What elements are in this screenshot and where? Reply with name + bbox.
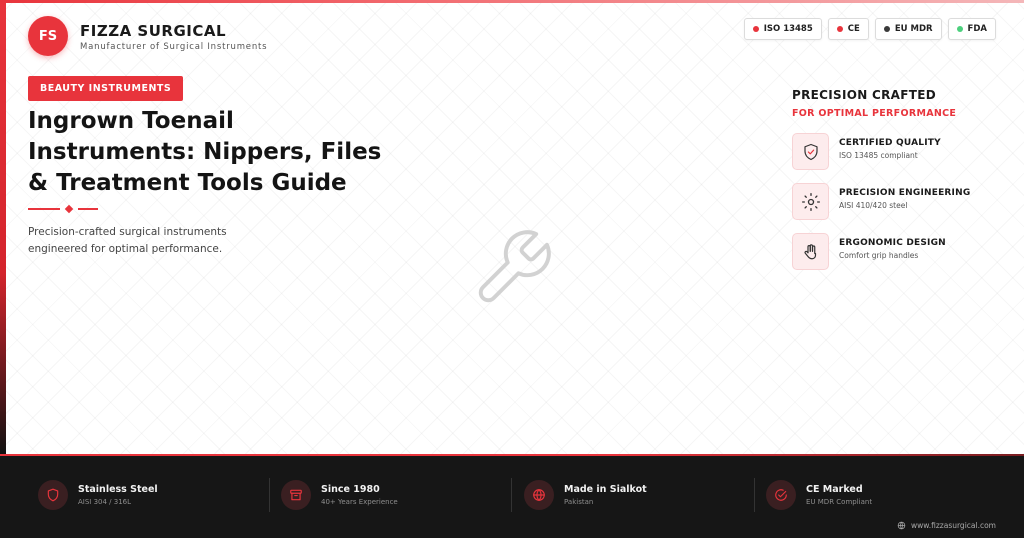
brand-tagline: Manufacturer of Surgical Instruments	[80, 42, 268, 52]
cert-label: EU MDR	[894, 24, 933, 34]
feature-subtitle: Comfort grip handles	[839, 251, 919, 260]
hero-description: Precision-crafted surgical instruments e…	[28, 226, 227, 255]
feature-title: CERTIFIED QUALITY	[839, 138, 941, 148]
feature-ergonomic-design: ERGONOMIC DESIGN Comfort grip handles	[792, 233, 946, 270]
feature-precision-engineering: PRECISION ENGINEERING AISI 410/420 steel	[792, 183, 970, 220]
feature-title: PRECISION ENGINEERING	[839, 188, 971, 198]
cert-badge-eu-mdr: EU MDR	[874, 18, 942, 40]
footer-item-title: CE Marked	[806, 484, 863, 495]
features-title: PRECISION CRAFTED	[792, 88, 937, 102]
globe-icon	[897, 521, 906, 530]
features-subtitle: FOR OPTIMAL PERFORMANCE	[792, 108, 957, 119]
gear-icon	[792, 183, 829, 220]
globe-icon	[524, 480, 554, 510]
status-dot-icon	[956, 26, 963, 32]
title-divider	[28, 204, 98, 214]
cert-badge-fda: FDA	[947, 18, 996, 40]
category-badge[interactable]: BEAUTY INSTRUMENTS	[28, 76, 184, 101]
status-dot-icon	[883, 26, 890, 32]
status-dot-icon	[752, 26, 759, 32]
cert-label: CE	[847, 24, 860, 34]
page-title: Ingrown Toenail Instruments: Nippers, Fi…	[28, 108, 382, 196]
footer-item-stainless-steel: Stainless Steel AISI 304 / 316L	[38, 480, 158, 510]
cert-label: ISO 13485	[763, 24, 813, 34]
feature-subtitle: ISO 13485 compliant	[839, 151, 918, 160]
footer-item-title: Stainless Steel	[78, 484, 158, 495]
footer-bar: Stainless Steel AISI 304 / 316L Since 19…	[0, 454, 1024, 538]
footer-item-subtitle: 40+ Years Experience	[321, 498, 398, 506]
footer-item-since-1980: Since 1980 40+ Years Experience	[281, 480, 398, 510]
footer-item-subtitle: AISI 304 / 316L	[78, 498, 132, 506]
footer-item-title: Made in Sialkot	[564, 484, 647, 495]
brand-logo[interactable]: FS	[28, 16, 68, 56]
shield-icon	[38, 480, 68, 510]
footer-item-title: Since 1980	[321, 484, 380, 495]
footer-item-made-in-sialkot: Made in Sialkot Pakistan	[524, 480, 647, 510]
cert-badge-ce: CE	[827, 18, 869, 40]
wrench-icon	[470, 225, 556, 311]
cert-badge-iso: ISO 13485	[743, 18, 822, 40]
footer-separator	[269, 478, 270, 512]
footer-item-subtitle: EU MDR Compliant	[806, 498, 873, 506]
feature-certified-quality: CERTIFIED QUALITY ISO 13485 compliant	[792, 133, 941, 170]
shield-check-icon	[792, 133, 829, 170]
hand-icon	[792, 233, 829, 270]
status-dot-icon	[836, 26, 843, 32]
feature-title: ERGONOMIC DESIGN	[839, 238, 946, 248]
brand-name: FIZZA SURGICAL	[80, 22, 227, 40]
website-link[interactable]: www.fizzasurgical.com	[897, 521, 996, 530]
feature-subtitle: AISI 410/420 steel	[839, 201, 908, 210]
footer-separator	[511, 478, 512, 512]
website-url: www.fizzasurgical.com	[911, 521, 996, 530]
footer-separator	[754, 478, 755, 512]
footer-item-subtitle: Pakistan	[564, 498, 594, 506]
footer-item-ce-marked: CE Marked EU MDR Compliant	[766, 480, 872, 510]
factory-icon	[281, 480, 311, 510]
certification-badges: ISO 13485 CE EU MDR FDA	[743, 18, 996, 40]
check-circle-icon	[766, 480, 796, 510]
cert-label: FDA	[967, 24, 987, 34]
